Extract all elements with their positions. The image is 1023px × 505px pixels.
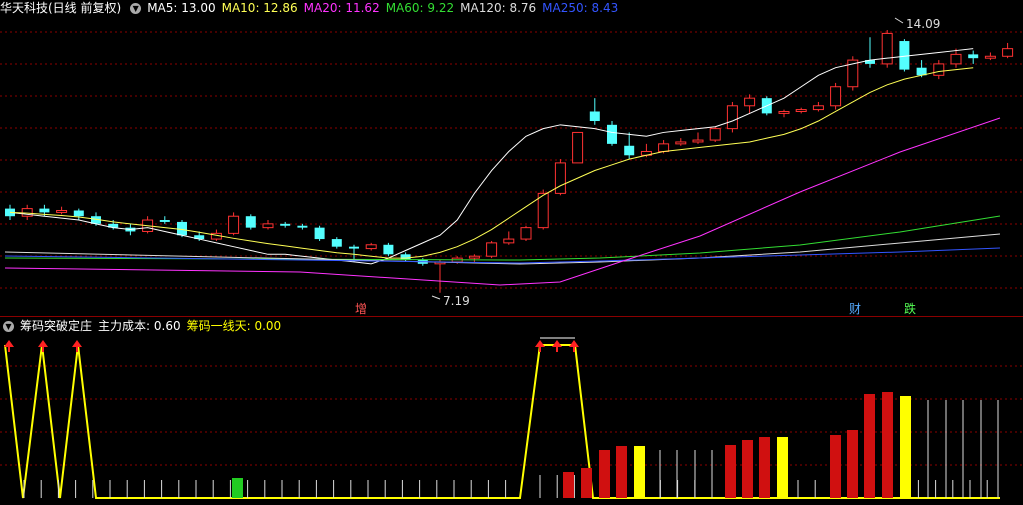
candle-body-10 <box>177 221 187 236</box>
high-pointer-icon <box>894 17 904 24</box>
indicator-bar-10 <box>847 430 858 498</box>
candle-body-58 <box>1002 48 1014 57</box>
candle-body-9 <box>159 220 170 222</box>
candle-body-40 <box>692 139 704 143</box>
indicator-bar-5 <box>725 445 736 498</box>
candle-body-22 <box>383 244 394 255</box>
candle-body-46 <box>795 109 807 112</box>
indicator-bar-11 <box>864 394 875 498</box>
candle-body-30 <box>520 227 532 240</box>
marker-die: 跌 <box>904 302 917 316</box>
candle-body-39 <box>675 141 687 145</box>
candle-body-3 <box>56 210 68 213</box>
indicator-bar-12 <box>882 392 893 498</box>
indicator-bar-1 <box>581 468 592 498</box>
candle-body-20 <box>349 246 359 249</box>
indicator-bar-13 <box>900 396 911 498</box>
indicator-bar-0 <box>563 472 574 498</box>
candle-body-57 <box>984 55 996 59</box>
candle-body-27 <box>468 255 480 259</box>
candle-body-28 <box>486 242 498 257</box>
candle-body-13 <box>228 215 240 234</box>
marker-zeng: 增 <box>355 302 368 316</box>
candle-body-38 <box>658 143 670 152</box>
candle-body-32 <box>554 162 566 194</box>
indicator-bar-8 <box>777 437 788 498</box>
candle-body-16 <box>280 223 291 226</box>
green-bar <box>232 478 243 498</box>
indicator-bar-3 <box>616 446 627 498</box>
candle-body-35 <box>607 124 617 144</box>
candle-body-45 <box>778 110 790 114</box>
candle-body-21 <box>365 244 377 250</box>
candle-body-48 <box>830 86 842 107</box>
candle-body-19 <box>331 239 342 247</box>
candle-body-52 <box>899 41 910 70</box>
candle-body-31 <box>537 192 549 229</box>
low-pointer-icon <box>431 295 441 300</box>
indicator-bar-7 <box>759 437 770 498</box>
candle-body-2 <box>39 208 50 213</box>
low-price-label: 7.19 <box>443 294 470 308</box>
candle-body-56 <box>968 54 979 59</box>
indicator-bar-2 <box>599 450 610 498</box>
candle-body-47 <box>812 105 824 111</box>
candle-body-29 <box>503 238 515 244</box>
candle-body-15 <box>262 223 274 229</box>
indicator-bar-4 <box>634 446 645 498</box>
high-price-label: 14.09 <box>906 17 941 31</box>
candle-body-4 <box>73 210 84 217</box>
candle-body-51 <box>881 32 893 65</box>
candle-body-18 <box>314 227 325 240</box>
ma-line-MA5 <box>9 48 974 265</box>
indicator-bar-9 <box>830 435 841 498</box>
marker-cai: 财 <box>849 302 862 316</box>
indicator-bar-6 <box>742 440 753 498</box>
candle-body-17 <box>297 225 308 228</box>
candle-body-43 <box>744 97 756 107</box>
candle-body-55 <box>950 53 962 65</box>
candle-body-41 <box>709 128 721 141</box>
candle-body-42 <box>726 105 738 130</box>
kline-chart[interactable] <box>0 0 1023 505</box>
candle-body-14 <box>245 216 256 228</box>
candle-body-33 <box>572 131 584 164</box>
candle-body-54 <box>933 63 945 76</box>
candle-body-36 <box>624 145 635 156</box>
candle-body-34 <box>589 111 600 122</box>
